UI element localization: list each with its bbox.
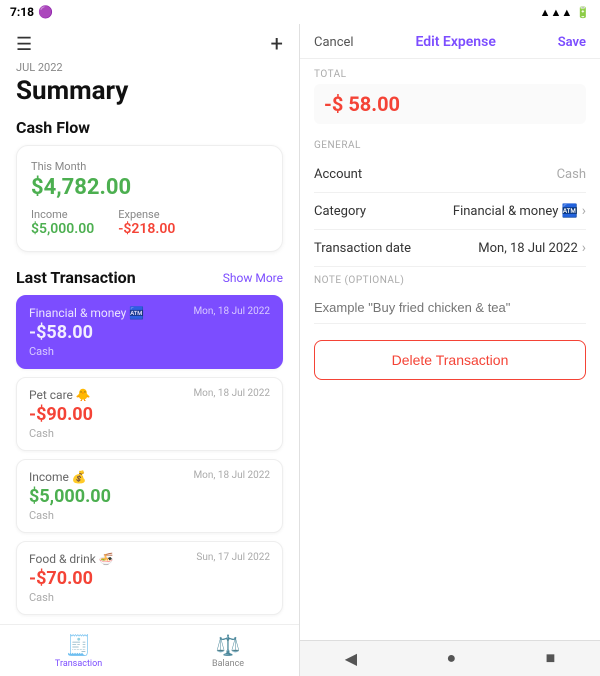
month-label: JUL 2022 [16, 61, 283, 74]
general-section: GENERAL Account Cash Category Financial … [314, 140, 586, 267]
hamburger-icon[interactable]: ☰ [16, 34, 32, 55]
last-transaction-header: Last Transaction Show More [16, 268, 283, 287]
app-icon: 🟣 [38, 5, 53, 19]
tc-category: Food & drink 🍜 [29, 552, 114, 566]
battery-icon: 🔋 [576, 6, 590, 19]
left-panel: ☰ + JUL 2022 Summary Cash Flow This Mont… [0, 24, 300, 676]
status-right: ▲▲▲ 🔋 [540, 6, 590, 19]
tc-amount: -$90.00 [29, 404, 270, 425]
field-label: Transaction date [314, 241, 411, 256]
back-nav-button[interactable]: ◀ [345, 649, 357, 669]
total-label: TOTAL [314, 69, 586, 80]
transaction-card-3[interactable]: Food & drink 🍜 Sun, 17 Jul 2022 -$70.00 … [16, 541, 283, 615]
right-header: Cancel Edit Expense Save [300, 24, 600, 59]
delete-btn-container: Delete Transaction [314, 324, 586, 396]
tc-category: Pet care 🐥 [29, 388, 91, 402]
transaction-nav-label: Transaction [55, 659, 102, 669]
total-section: TOTAL -$ 58.00 [314, 59, 586, 132]
cash-flow-title: Cash Flow [16, 118, 283, 137]
transaction-card-2[interactable]: Income 💰 Mon, 18 Jul 2022 $5,000.00 Cash [16, 459, 283, 533]
nav-balance[interactable]: ⚖️ Balance [200, 629, 256, 673]
general-label: GENERAL [314, 140, 586, 151]
transaction-nav-icon: 🧾 [66, 633, 91, 657]
expense-amount: -$218.00 [118, 221, 175, 237]
tc-account: Cash [29, 591, 270, 604]
expense-label: Expense [118, 208, 175, 221]
field-value: Mon, 18 Jul 2022› [478, 240, 586, 256]
field-label: Category [314, 204, 366, 219]
tc-category: Financial & money 🏧 [29, 306, 144, 320]
show-more-transactions[interactable]: Show More [223, 271, 283, 285]
right-content: TOTAL -$ 58.00 GENERAL Account Cash Cate… [300, 59, 600, 640]
nav-transaction[interactable]: 🧾 Transaction [43, 629, 114, 673]
expense-item: Expense -$218.00 [118, 208, 175, 237]
field-row-1[interactable]: Category Financial & money 🏧› [314, 193, 586, 230]
transactions-list: Financial & money 🏧 Mon, 18 Jul 2022 -$5… [16, 295, 283, 615]
balance-nav-label: Balance [212, 659, 244, 669]
this-month-label: This Month [31, 160, 268, 173]
delete-transaction-button[interactable]: Delete Transaction [314, 340, 586, 380]
tc-date: Mon, 18 Jul 2022 [193, 470, 270, 481]
cash-flow-row: Income $5,000.00 Expense -$218.00 [31, 208, 268, 237]
tc-account: Cash [29, 509, 270, 522]
field-row-0: Account Cash [314, 157, 586, 193]
wifi-icon: ▲▲▲ [540, 6, 573, 19]
tc-account: Cash [29, 427, 270, 440]
balance-nav-icon: ⚖️ [216, 633, 241, 657]
transaction-card-1[interactable]: Pet care 🐥 Mon, 18 Jul 2022 -$90.00 Cash [16, 377, 283, 451]
tc-account: Cash [29, 345, 270, 358]
bottom-nav-left: 🧾 Transaction ⚖️ Balance [0, 624, 299, 676]
income-label: Income [31, 208, 94, 221]
note-input[interactable] [314, 292, 586, 324]
home-nav-button[interactable]: ● [446, 650, 456, 668]
recent-nav-button[interactable]: ■ [546, 650, 556, 668]
add-button[interactable]: + [271, 32, 283, 57]
tc-date: Mon, 18 Jul 2022 [193, 306, 270, 317]
fields-list: Account Cash Category Financial & money … [314, 157, 586, 267]
bottom-nav-bar: ◀ ● ■ [300, 640, 600, 676]
tc-amount: $5,000.00 [29, 486, 270, 507]
tc-date: Mon, 18 Jul 2022 [193, 388, 270, 399]
status-time: 7:18 [10, 5, 34, 19]
income-amount: $5,000.00 [31, 221, 94, 237]
right-panel: Cancel Edit Expense Save TOTAL -$ 58.00 … [300, 24, 600, 676]
save-button[interactable]: Save [558, 35, 586, 50]
last-transaction-title: Last Transaction [16, 268, 136, 287]
field-row-2[interactable]: Transaction date Mon, 18 Jul 2022› [314, 230, 586, 267]
tc-category: Income 💰 [29, 470, 87, 484]
status-left: 7:18 🟣 [10, 5, 53, 19]
total-amount: -$ 58.00 [314, 84, 586, 124]
note-label: NOTE (OPTIONAL) [314, 275, 586, 286]
tc-amount: -$70.00 [29, 568, 270, 589]
field-label: Account [314, 167, 362, 182]
cash-flow-total: $4,782.00 [31, 175, 268, 200]
income-item: Income $5,000.00 [31, 208, 94, 237]
field-value: Cash [557, 167, 586, 182]
field-value: Financial & money 🏧› [453, 203, 586, 219]
tc-date: Sun, 17 Jul 2022 [196, 552, 270, 563]
note-section: NOTE (OPTIONAL) [314, 275, 586, 324]
edit-expense-title: Edit Expense [415, 34, 495, 50]
cash-flow-card: This Month $4,782.00 Income $5,000.00 Ex… [16, 145, 283, 252]
transaction-card-0[interactable]: Financial & money 🏧 Mon, 18 Jul 2022 -$5… [16, 295, 283, 369]
chevron-icon: › [582, 240, 586, 256]
page-title: Summary [16, 76, 283, 106]
cancel-button[interactable]: Cancel [314, 35, 354, 50]
status-bar: 7:18 🟣 ▲▲▲ 🔋 [0, 0, 600, 24]
chevron-icon: › [582, 203, 586, 219]
left-content: JUL 2022 Summary Cash Flow This Month $4… [0, 61, 299, 624]
tc-amount: -$58.00 [29, 322, 270, 343]
main-layout: ☰ + JUL 2022 Summary Cash Flow This Mont… [0, 24, 600, 676]
left-header: ☰ + [0, 24, 299, 61]
